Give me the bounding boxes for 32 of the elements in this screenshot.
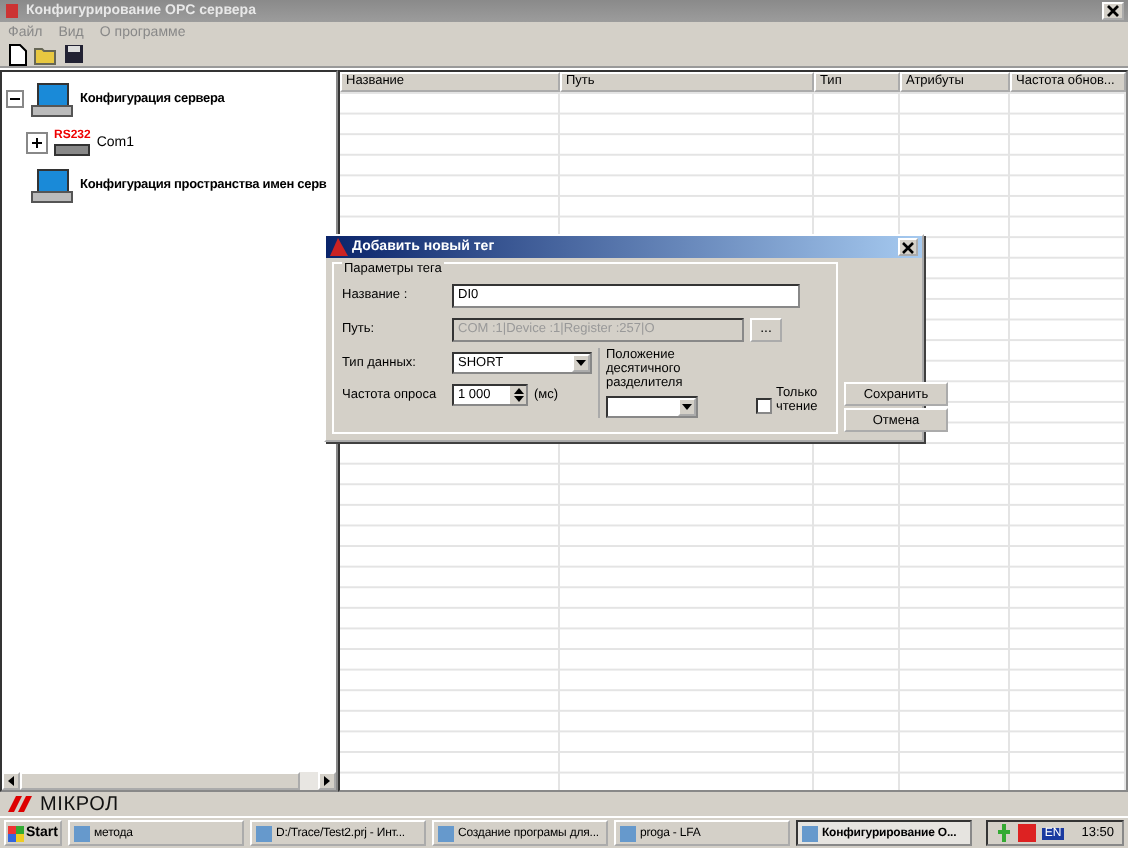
computer-icon bbox=[30, 167, 74, 203]
app-icon bbox=[4, 2, 20, 20]
up-arrow-icon[interactable] bbox=[513, 387, 523, 394]
collapse-toggle[interactable] bbox=[6, 90, 24, 108]
new-file-icon[interactable] bbox=[8, 43, 28, 65]
app-icon bbox=[802, 825, 818, 841]
tray-icon[interactable] bbox=[1018, 824, 1037, 842]
app-icon bbox=[330, 238, 348, 256]
folder-icon[interactable] bbox=[34, 43, 58, 65]
app-icon bbox=[438, 825, 454, 841]
right-arrow-icon bbox=[324, 776, 330, 786]
logo-icon bbox=[8, 796, 36, 812]
minus-icon bbox=[8, 92, 22, 106]
read-only-checkbox[interactable] bbox=[756, 398, 772, 414]
port-icon bbox=[54, 143, 90, 155]
close-button[interactable] bbox=[898, 238, 918, 256]
horizontal-scrollbar[interactable] bbox=[2, 772, 336, 790]
caret-icon bbox=[682, 404, 692, 410]
left-arrow-icon bbox=[8, 776, 14, 786]
decimal-separator-dropdown[interactable] bbox=[606, 396, 698, 418]
app-icon bbox=[256, 825, 272, 841]
company-logo-text: МІКРОЛ bbox=[40, 793, 119, 815]
down-arrow-icon[interactable] bbox=[513, 396, 523, 403]
close-button[interactable] bbox=[1102, 2, 1124, 20]
computer-icon bbox=[30, 81, 74, 117]
windows-logo-icon bbox=[8, 825, 24, 841]
expand-toggle[interactable] bbox=[26, 131, 48, 153]
plus-icon bbox=[30, 135, 44, 149]
save-icon[interactable] bbox=[64, 44, 84, 64]
caret-icon bbox=[576, 360, 586, 366]
app-icon bbox=[620, 825, 636, 841]
app-icon bbox=[74, 825, 90, 841]
